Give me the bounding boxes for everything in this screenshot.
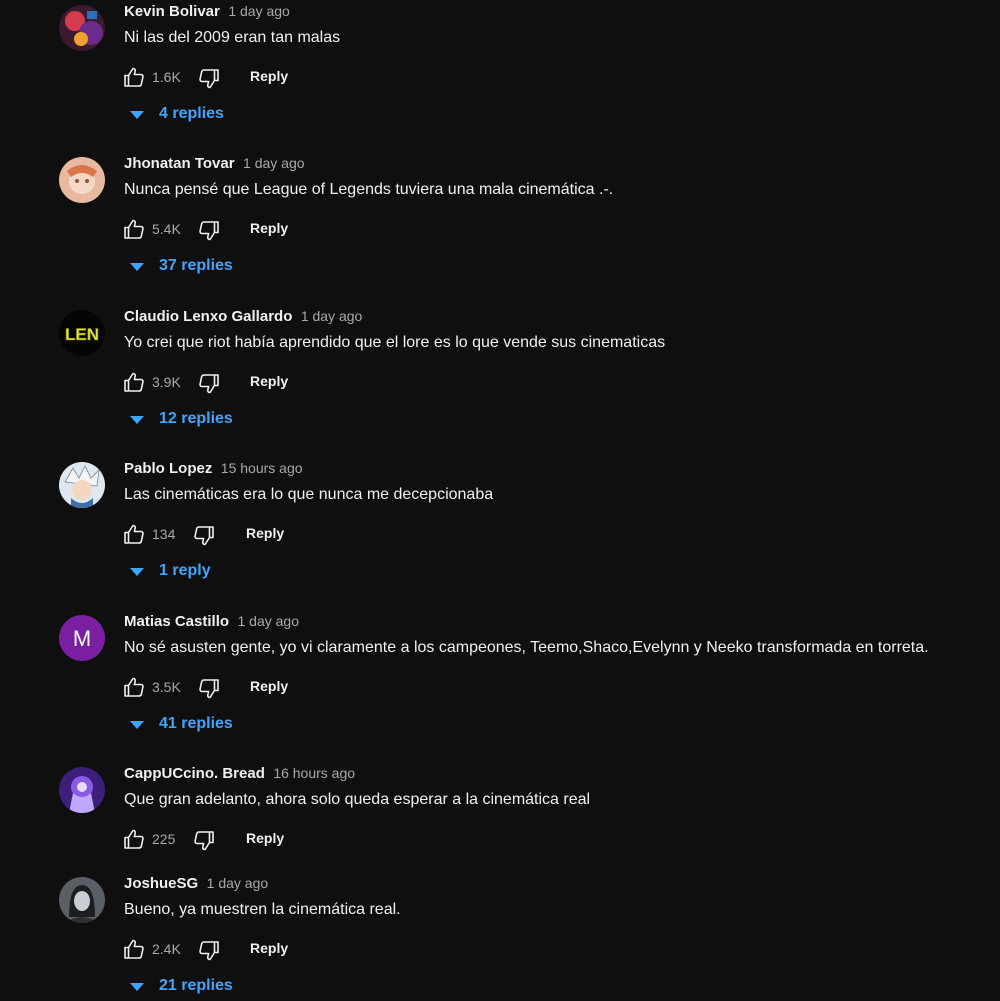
like-button[interactable]	[122, 65, 146, 89]
comment-actions: 3.9K Reply	[122, 370, 522, 394]
dislike-button[interactable]	[197, 939, 221, 963]
comment-actions: 1.6K Reply	[122, 65, 522, 89]
dislike-button[interactable]	[197, 219, 221, 243]
comment-author[interactable]: Pablo Lopez	[124, 460, 212, 477]
thumb-up-icon	[124, 939, 144, 959]
comment-timestamp[interactable]: 1 day ago	[237, 613, 299, 629]
thumb-up-icon	[124, 372, 144, 392]
thumb-down-icon	[199, 941, 219, 961]
avatar[interactable]: M	[59, 615, 105, 661]
reply-button[interactable]: Reply	[250, 220, 288, 236]
comment-author[interactable]: Jhonatan Tovar	[124, 155, 235, 172]
like-button[interactable]	[122, 827, 146, 851]
thumb-down-icon	[199, 69, 219, 89]
caret-down-icon	[130, 568, 144, 576]
comment-text: No sé asusten gente, yo vi claramente a …	[124, 639, 929, 656]
comment-timestamp[interactable]: 1 day ago	[228, 3, 290, 19]
like-button[interactable]	[122, 370, 146, 394]
reply-button[interactable]: Reply	[250, 68, 288, 84]
like-count: 3.9K	[152, 374, 181, 390]
comment-author[interactable]: Claudio Lenxo Gallardo	[124, 308, 292, 325]
thumb-up-icon	[124, 829, 144, 849]
like-count: 5.4K	[152, 221, 181, 237]
avatar-logo-text: LEN	[65, 325, 99, 344]
avatar[interactable]: LEN	[59, 310, 105, 356]
like-button[interactable]	[122, 217, 146, 241]
comment-author[interactable]: JoshueSG	[124, 875, 198, 892]
avatar[interactable]	[59, 157, 105, 203]
replies-count: 1 reply	[159, 562, 211, 579]
comment-text: Bueno, ya muestren la cinemática real.	[124, 901, 401, 918]
dislike-button[interactable]	[192, 524, 216, 548]
thumb-down-icon	[199, 679, 219, 699]
comment-author[interactable]: CappUCcino. Bread	[124, 765, 265, 782]
reply-button[interactable]: Reply	[250, 373, 288, 389]
avatar[interactable]	[59, 462, 105, 508]
thumb-down-icon	[199, 221, 219, 241]
comment-text: Que gran adelanto, ahora solo queda espe…	[124, 791, 591, 808]
caret-down-icon	[130, 416, 144, 424]
like-button[interactable]	[122, 522, 146, 546]
replies-count: 12 replies	[159, 410, 233, 427]
like-count: 134	[152, 526, 176, 542]
comment-timestamp[interactable]: 16 hours ago	[273, 765, 355, 781]
comment-actions: 3.5K Reply	[122, 675, 522, 699]
replies-count: 41 replies	[159, 715, 233, 732]
like-count: 1.6K	[152, 69, 181, 85]
dislike-button[interactable]	[197, 372, 221, 396]
thumb-down-icon	[194, 526, 214, 546]
thumb-up-icon	[124, 219, 144, 239]
replies-count: 4 replies	[159, 105, 224, 122]
comment-actions: 5.4K Reply	[122, 217, 522, 241]
caret-down-icon	[130, 111, 144, 119]
comment-text: Yo crei que riot había aprendido que el …	[124, 334, 666, 351]
caret-down-icon	[130, 721, 144, 729]
comment-text: Las cinemáticas era lo que nunca me dece…	[124, 486, 494, 503]
comment-text: Ni las del 2009 eran tan malas	[124, 29, 341, 46]
comment-timestamp[interactable]: 1 day ago	[243, 155, 305, 171]
replies-count: 21 replies	[159, 977, 233, 994]
comment-timestamp[interactable]: 15 hours ago	[221, 460, 303, 476]
dislike-button[interactable]	[197, 67, 221, 91]
like-count: 3.5K	[152, 679, 181, 695]
caret-down-icon	[130, 983, 144, 991]
reply-button[interactable]: Reply	[246, 830, 284, 846]
like-button[interactable]	[122, 675, 146, 699]
reply-button[interactable]: Reply	[246, 525, 284, 541]
comment-actions: 134 Reply	[122, 522, 522, 546]
comment-author[interactable]: Matias Castillo	[124, 613, 229, 630]
reply-button[interactable]: Reply	[250, 940, 288, 956]
avatar[interactable]	[59, 5, 105, 51]
thumb-up-icon	[124, 67, 144, 87]
comment-text: Nunca pensé que League of Legends tuvier…	[124, 181, 614, 198]
like-count: 2.4K	[152, 941, 181, 957]
like-button[interactable]	[122, 937, 146, 961]
thumb-up-icon	[124, 677, 144, 697]
comments-section: Kevin Bolivar 1 day ago Ni las del 2009 …	[0, 0, 1000, 1000]
thumb-down-icon	[199, 374, 219, 394]
dislike-button[interactable]	[197, 677, 221, 701]
avatar-letter: M	[73, 626, 91, 651]
thumb-down-icon	[194, 831, 214, 851]
thumb-up-icon	[124, 524, 144, 544]
avatar[interactable]	[59, 877, 105, 923]
caret-down-icon	[130, 263, 144, 271]
replies-count: 37 replies	[159, 257, 233, 274]
comment-actions: 225 Reply	[122, 827, 522, 851]
comment-actions: 2.4K Reply	[122, 937, 522, 961]
like-count: 225	[152, 831, 176, 847]
comment-author[interactable]: Kevin Bolivar	[124, 3, 220, 20]
reply-button[interactable]: Reply	[250, 678, 288, 694]
dislike-button[interactable]	[192, 829, 216, 853]
avatar[interactable]	[59, 767, 105, 813]
comment-timestamp[interactable]: 1 day ago	[301, 308, 363, 324]
comment-timestamp[interactable]: 1 day ago	[207, 875, 269, 891]
